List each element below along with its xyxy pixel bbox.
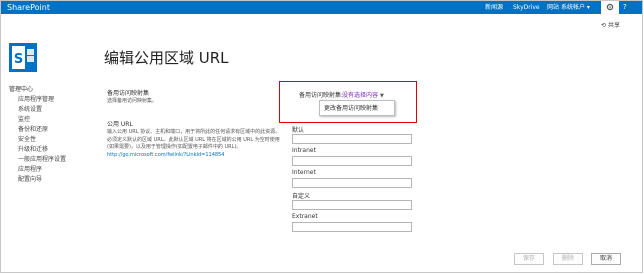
public-url-section-title: 公用 URL xyxy=(107,121,133,128)
nav-backup-restore[interactable]: 备份和还原 xyxy=(9,125,66,135)
share-label: 共享 xyxy=(607,22,620,29)
nav-monitoring[interactable]: 监控 xyxy=(9,115,66,125)
mapping-selector-label: 备用访问映射集: xyxy=(299,92,344,99)
nav-system-settings[interactable]: 系统设置 xyxy=(9,105,66,115)
custom-zone-input[interactable] xyxy=(292,200,412,210)
nav-config-wizards[interactable]: 配置向导 xyxy=(9,175,66,185)
sites-link[interactable]: 网站 xyxy=(547,2,559,13)
chevron-down-icon: ▼ xyxy=(379,93,384,99)
intranet-zone-input[interactable] xyxy=(292,156,412,166)
default-zone-input[interactable] xyxy=(292,134,412,144)
delete-button[interactable]: 删除 xyxy=(553,253,583,265)
share-icon: ⟲ xyxy=(601,22,607,29)
public-url-desc-text: 输入公用 URL 协议、主机和端口，用于将所此的任何请求有区域中的此资源。必须定… xyxy=(107,129,281,150)
change-mapping-menu-item[interactable]: 更改备用访问映射集 xyxy=(324,103,378,112)
help-link[interactable]: http://go.microsoft.com/fwlink/?LinkId=1… xyxy=(107,152,224,158)
gear-icon xyxy=(606,3,614,11)
newsfeed-link[interactable]: 新闻源 xyxy=(485,2,503,13)
help-button[interactable]: ? xyxy=(623,2,627,13)
mapping-section-title: 备用访问映射集 xyxy=(107,90,150,97)
account-menu[interactable]: 系统帐户 ▾ xyxy=(561,2,590,13)
page-title: 编辑公用区域 URL xyxy=(104,49,229,67)
internet-zone-label: Internet xyxy=(292,169,316,176)
nav-upgrade-migration[interactable]: 升级和迁移 xyxy=(9,145,66,155)
nav-general-settings[interactable]: 一般应用程序设置 xyxy=(9,155,66,165)
nav-application-management[interactable]: 应用程序管理 xyxy=(9,95,66,105)
settings-button[interactable] xyxy=(601,1,619,14)
browser-frame: SharePoint 新闻源 SkyDrive 网站 系统帐户 ▾ ? ⟲ 共享… xyxy=(0,0,643,273)
nav-apps[interactable]: 应用程序 xyxy=(9,165,66,175)
svg-text:S: S xyxy=(14,52,23,67)
default-zone-label: 默认 xyxy=(292,127,305,134)
share-button[interactable]: ⟲ 共享 xyxy=(601,20,620,29)
sharepoint-logo[interactable]: S xyxy=(9,43,37,72)
skydrive-link[interactable]: SkyDrive xyxy=(513,2,540,13)
public-url-section-desc: 输入公用 URL 协议、主机和端口，用于将所此的任何请求有区域中的此资源。必须定… xyxy=(107,129,283,159)
mapping-section-desc: 选择备用访问映射集。 xyxy=(107,98,158,104)
mapping-selector-value: 没有选择内容 xyxy=(342,92,379,99)
cancel-button[interactable]: 取消 xyxy=(591,253,621,265)
nav-central-admin[interactable]: 管理中心 xyxy=(9,85,66,95)
brand-label[interactable]: SharePoint xyxy=(7,2,50,13)
account-label: 系统帐户 xyxy=(561,4,586,11)
custom-zone-label: 自定义 xyxy=(292,193,311,200)
suite-bar: SharePoint 新闻源 SkyDrive 网站 系统帐户 ▾ ? xyxy=(1,1,642,14)
extranet-zone-label: Extranet xyxy=(292,213,318,220)
intranet-zone-label: Intranet xyxy=(292,147,316,154)
quick-launch: 管理中心 应用程序管理 系统设置 监控 备份和还原 安全性 升级和迁移 一般应用… xyxy=(9,85,66,185)
mapping-selector-dropdown[interactable]: 没有选择内容 ▼ xyxy=(342,90,384,99)
sharepoint-logo-icon: S xyxy=(12,46,34,69)
nav-security[interactable]: 安全性 xyxy=(9,135,66,145)
mapping-dropdown-menu: 更改备用访问映射集 xyxy=(319,100,395,116)
extranet-zone-input[interactable] xyxy=(292,222,412,232)
internet-zone-input[interactable] xyxy=(292,178,412,188)
save-button[interactable]: 保存 xyxy=(514,253,544,265)
